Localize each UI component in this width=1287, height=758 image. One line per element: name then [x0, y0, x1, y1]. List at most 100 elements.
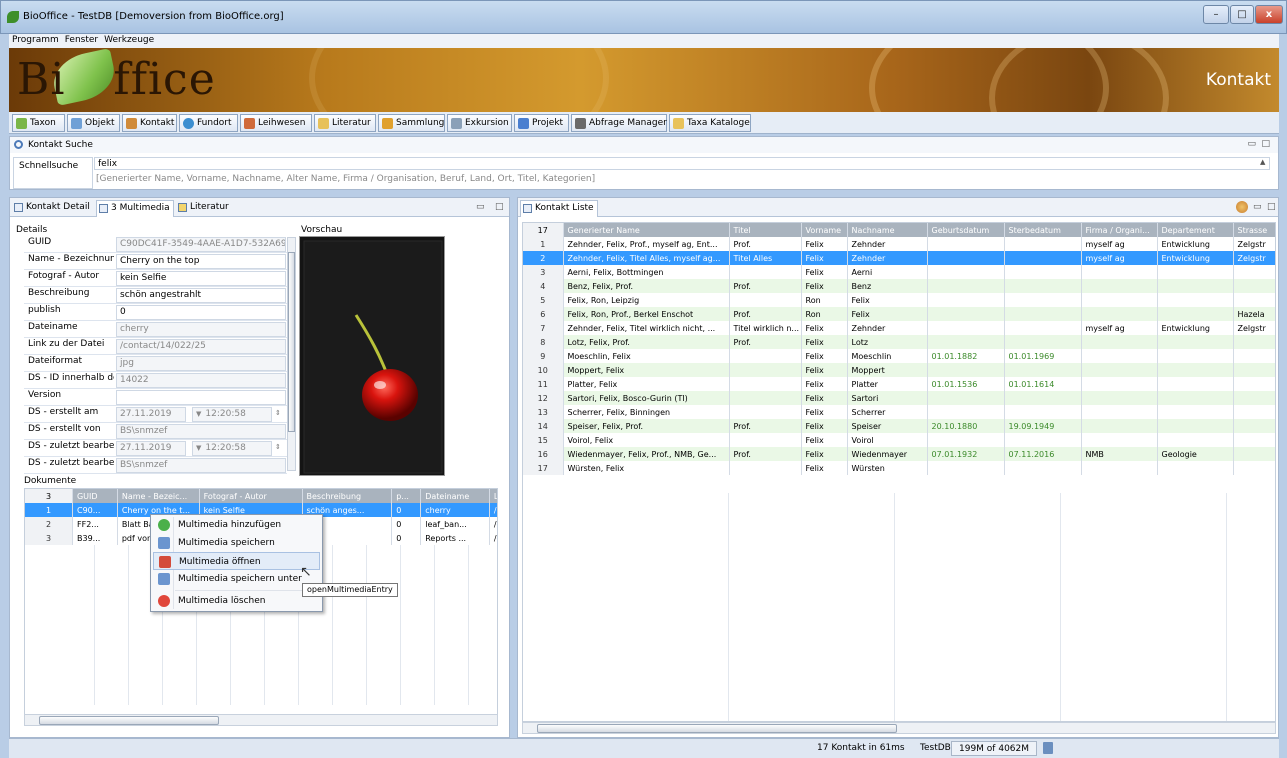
cell[interactable]: Felix [801, 419, 848, 433]
cell[interactable]: C90... [72, 503, 118, 517]
maximize-button[interactable]: □ [1230, 5, 1254, 24]
cell[interactable]: Entwicklung [1157, 321, 1234, 335]
cell[interactable]: Reports ... [420, 531, 490, 545]
cell[interactable]: 01.01.1614 [1004, 377, 1082, 391]
table-row[interactable]: 14 Speiser, Felix, Prof. Prof. Felix Speiser… [523, 419, 1275, 433]
column-header[interactable]: Link zu der Datei [489, 489, 497, 503]
cell[interactable] [927, 321, 1005, 335]
cell[interactable]: 01.01.1536 [927, 377, 1005, 391]
created-by-field[interactable]: BS\snmzef [116, 424, 286, 439]
module-sammlung-button[interactable]: Sammlung [378, 114, 445, 132]
menu-item-save-as-multimedia[interactable]: Multimedia speichern unter [153, 570, 320, 588]
cell[interactable]: Lotz, Felix, Prof. [563, 335, 730, 349]
column-header[interactable]: Dateiname [420, 489, 490, 503]
table-row[interactable]: 9 Moeschlin, Felix Felix Moeschlin 01.01.188… [523, 349, 1275, 363]
table-row[interactable]: 12 Sartori, Felix, Bosco-Gurin (TI) Felix S… [523, 391, 1275, 405]
cell[interactable] [1233, 363, 1275, 377]
cell[interactable]: /contact/14/022/27 [489, 531, 497, 545]
cell[interactable] [1233, 447, 1275, 461]
tab-kontakt-detail[interactable]: Kontakt Detail [12, 200, 95, 217]
cell[interactable]: 07.01.1932 [927, 447, 1005, 461]
cell[interactable] [1081, 349, 1158, 363]
cell[interactable]: Aerni [847, 265, 928, 279]
cell[interactable]: Zehnder [847, 321, 928, 335]
cell[interactable]: Prof. [729, 237, 802, 251]
cell[interactable] [927, 335, 1005, 349]
cell[interactable] [1004, 307, 1082, 321]
cell[interactable]: Moppert [847, 363, 928, 377]
cell[interactable]: Scherrer [847, 405, 928, 419]
column-header[interactable]: Firma / Organi... [1081, 223, 1158, 237]
column-header[interactable]: Beschreibung [302, 489, 393, 503]
tab-multimedia[interactable]: 3 Multimedia [96, 200, 174, 217]
cell[interactable] [1157, 391, 1234, 405]
column-header[interactable]: Strasse [1233, 223, 1275, 237]
cell[interactable]: Prof. [729, 307, 802, 321]
cell[interactable] [729, 461, 802, 475]
cell[interactable]: Felix [801, 377, 848, 391]
cell[interactable] [927, 307, 1005, 321]
modified-by-field[interactable]: BS\snmzef [116, 458, 286, 473]
cell[interactable] [1157, 279, 1234, 293]
cell[interactable]: Wiedenmayer, Felix, Prof., NMB, Ge... [563, 447, 730, 461]
cell[interactable] [1157, 377, 1234, 391]
column-header[interactable]: Generierter Name [563, 223, 730, 237]
cell[interactable]: Hazela [1233, 307, 1275, 321]
cell[interactable]: Voirol, Felix [563, 433, 730, 447]
cell[interactable]: Felix [801, 321, 848, 335]
table-row[interactable]: 4 Benz, Felix, Prof. Prof. Felix Benz [523, 279, 1275, 293]
minimize-button[interactable]: – [1203, 5, 1229, 24]
cell[interactable]: Felix [801, 335, 848, 349]
details-scrollbar[interactable] [287, 237, 296, 471]
cell[interactable] [927, 433, 1005, 447]
cell[interactable] [1233, 377, 1275, 391]
cell[interactable]: /contact/14/022/25 [489, 503, 497, 517]
cell[interactable] [729, 293, 802, 307]
table-row[interactable]: 10 Moppert, Felix Felix Moppert [523, 363, 1275, 377]
table-row[interactable]: 16 Wiedenmayer, Felix, Prof., NMB, Ge... P… [523, 447, 1275, 461]
cell[interactable]: Zehnder [847, 237, 928, 251]
cell[interactable]: Speiser, Felix, Prof. [563, 419, 730, 433]
cell[interactable] [729, 433, 802, 447]
menu-item-save-multimedia[interactable]: Multimedia speichern [153, 534, 320, 552]
cell[interactable] [1233, 405, 1275, 419]
scrollbar-thumb[interactable] [39, 716, 219, 725]
module-leihwesen-button[interactable]: Leihwesen [240, 114, 312, 132]
column-header[interactable]: p... [391, 489, 422, 503]
column-header[interactable]: Nachname [847, 223, 928, 237]
minimize-panel-icon[interactable]: ▭ [1253, 202, 1262, 212]
cell[interactable] [1004, 321, 1082, 335]
cell[interactable]: Moeschlin, Felix [563, 349, 730, 363]
cell[interactable]: Ron [801, 293, 848, 307]
cell[interactable] [927, 391, 1005, 405]
tab-literatur[interactable]: Literatur [176, 200, 236, 217]
cell[interactable]: 01.01.1882 [927, 349, 1005, 363]
table-row[interactable]: 5 Felix, Ron, Leipzig Ron Felix [523, 293, 1275, 307]
cell[interactable] [1004, 405, 1082, 419]
search-dropdown-icon[interactable]: ▲ [1260, 158, 1265, 166]
column-header[interactable]: Sterbedatum [1004, 223, 1082, 237]
cell[interactable] [1233, 433, 1275, 447]
cell[interactable] [1233, 391, 1275, 405]
cell[interactable] [1157, 265, 1234, 279]
cell[interactable]: 01.01.1969 [1004, 349, 1082, 363]
cell[interactable]: 07.11.2016 [1004, 447, 1082, 461]
cell[interactable]: 0 [391, 517, 422, 531]
cell[interactable]: Lotz [847, 335, 928, 349]
cell[interactable]: Sartori, Felix, Bosco-Gurin (TI) [563, 391, 730, 405]
cell[interactable] [1004, 363, 1082, 377]
module-literatur-button[interactable]: Literatur [314, 114, 376, 132]
cell[interactable] [729, 405, 802, 419]
cell[interactable]: myself ag [1081, 237, 1158, 251]
cell[interactable] [1081, 363, 1158, 377]
cell[interactable]: Benz, Felix, Prof. [563, 279, 730, 293]
contacts-h-scrollbar[interactable] [522, 722, 1276, 734]
cell[interactable]: 19.09.1949 [1004, 419, 1082, 433]
cell[interactable]: Speiser [847, 419, 928, 433]
description-field[interactable]: schön angestrahlt [116, 288, 286, 303]
cell[interactable] [729, 265, 802, 279]
cell[interactable]: Felix [801, 251, 848, 265]
column-header[interactable]: GUID [72, 489, 118, 503]
cell[interactable] [729, 349, 802, 363]
cell[interactable]: myself ag [1081, 251, 1158, 265]
